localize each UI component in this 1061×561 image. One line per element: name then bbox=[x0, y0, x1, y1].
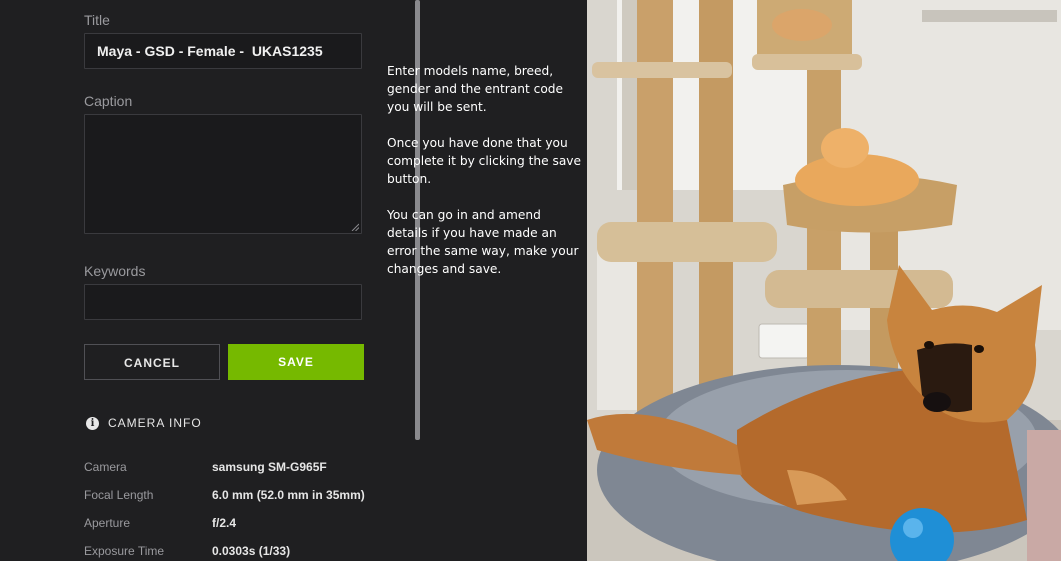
photo-preview bbox=[587, 0, 1061, 561]
keywords-input[interactable] bbox=[84, 284, 362, 320]
help-paragraph: You can go in and amend details if you h… bbox=[387, 208, 579, 276]
camera-info-key: Exposure Time bbox=[84, 544, 165, 558]
save-button[interactable]: SAVE bbox=[228, 344, 364, 380]
camera-info-value: f/2.4 bbox=[212, 516, 237, 530]
camera-info-title: CAMERA INFO bbox=[108, 416, 202, 430]
camera-info-value: samsung SM-G965F bbox=[212, 460, 327, 474]
help-text: Enter models name, breed, gender and the… bbox=[387, 62, 582, 296]
camera-info-key: Camera bbox=[84, 460, 127, 474]
camera-info-value: 6.0 mm (52.0 mm in 35mm) bbox=[212, 488, 365, 502]
resize-handle-icon[interactable] bbox=[351, 223, 359, 231]
photo-image bbox=[587, 0, 1061, 561]
title-input[interactable]: Maya - GSD - Female - UKAS1235 bbox=[84, 33, 362, 69]
caption-textarea[interactable] bbox=[84, 114, 362, 234]
keywords-label: Keywords bbox=[84, 263, 146, 279]
title-label: Title bbox=[84, 12, 110, 28]
help-paragraph: Once you have done that you complete it … bbox=[387, 136, 582, 186]
help-paragraph: Enter models name, breed, gender and the… bbox=[387, 64, 564, 114]
camera-info-key: Focal Length bbox=[84, 488, 154, 502]
camera-info-key: Aperture bbox=[84, 516, 131, 530]
camera-info-header: i CAMERA INFO bbox=[86, 416, 202, 430]
caption-label: Caption bbox=[84, 93, 133, 109]
edit-panel: Title Maya - GSD - Female - UKAS1235 Cap… bbox=[0, 0, 587, 561]
camera-info-value: 0.0303s (1/33) bbox=[212, 544, 291, 558]
info-icon: i bbox=[86, 416, 99, 430]
cancel-button[interactable]: CANCEL bbox=[84, 344, 220, 380]
